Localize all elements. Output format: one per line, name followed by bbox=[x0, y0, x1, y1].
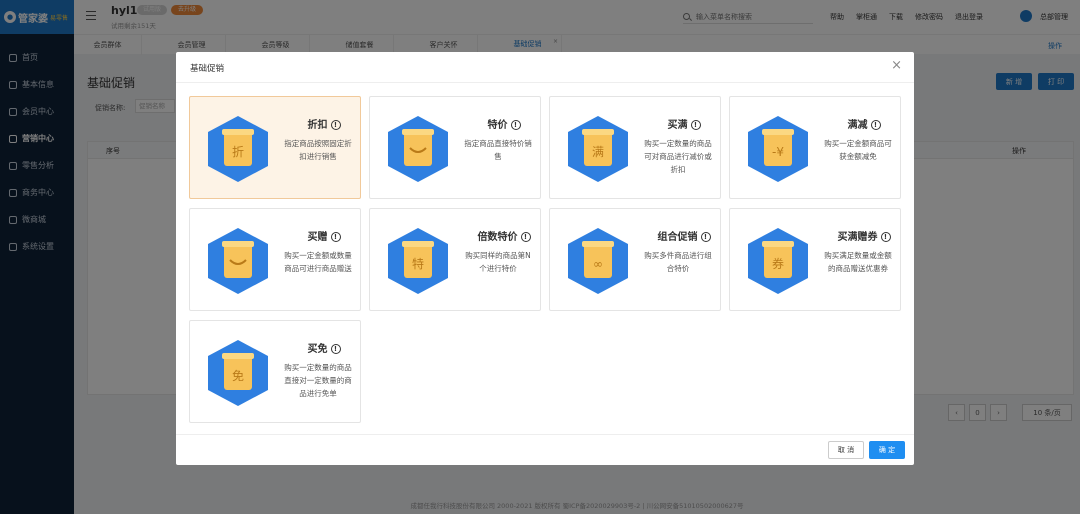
smile-bag-icon bbox=[386, 114, 450, 184]
ticket-bag-icon: 券 bbox=[746, 226, 810, 296]
promo-card-title: 折扣! bbox=[287, 116, 361, 131]
confirm-button[interactable]: 确 定 bbox=[869, 441, 905, 459]
promo-card-title-text: 买免 bbox=[307, 344, 328, 355]
discount-tag-icon: 折 bbox=[206, 114, 270, 184]
promo-card[interactable]: ∞ 组合促销! 购买多件商品进行组合特价 bbox=[549, 208, 721, 311]
promo-card-title-text: 折扣 bbox=[307, 120, 328, 131]
promo-card-title: 组合促销! bbox=[647, 228, 721, 243]
promo-card[interactable]: -¥ 满减! 购买一定金额商品可获金额减免 bbox=[729, 96, 901, 199]
cups-icon: 满 bbox=[566, 114, 630, 184]
promo-card-title: 特价! bbox=[467, 116, 541, 131]
promo-card-title: 买赠! bbox=[287, 228, 361, 243]
svg-text:满: 满 bbox=[592, 145, 604, 159]
info-icon[interactable]: ! bbox=[880, 232, 891, 242]
promo-card-desc: 购买一定数量的商品可对商品进行减价或折扣 bbox=[644, 139, 712, 174]
promo-card[interactable]: 折 折扣! 指定商品按照固定折扣进行销售 bbox=[189, 96, 361, 199]
promo-card[interactable]: 满 买满! 购买一定数量的商品可对商品进行减价或折扣 bbox=[549, 96, 721, 199]
info-icon[interactable]: ! bbox=[510, 120, 521, 130]
coupon-box-icon: -¥ bbox=[746, 114, 810, 184]
promo-card-title-text: 倍数特价 bbox=[477, 232, 518, 243]
promo-card-desc: 指定商品按照固定折扣进行销售 bbox=[284, 139, 352, 161]
promo-card-title-text: 特价 bbox=[487, 120, 508, 131]
cancel-button[interactable]: 取 消 bbox=[828, 441, 864, 459]
promo-card[interactable]: 免 买免! 购买一定数量的商品直接对一定数量的商品进行免单 bbox=[189, 320, 361, 423]
info-icon[interactable]: ! bbox=[330, 232, 341, 242]
promo-card-desc: 购买一定金额或数量商品可进行商品赠送 bbox=[284, 251, 352, 273]
promo-card-desc: 购买多件商品进行组合特价 bbox=[644, 251, 712, 273]
promo-type-dialog: 基础促销 × 折折扣! 指定商品按照固定折扣进行销售 特价! 指定商品直接特价销售满买… bbox=[176, 52, 914, 465]
info-icon[interactable]: ! bbox=[870, 120, 881, 130]
promo-card-title: 买免! bbox=[287, 340, 361, 355]
promo-card-desc: 购买满足数量或金额的商品赠送优惠券 bbox=[824, 251, 892, 273]
promo-card[interactable]: 买赠! 购买一定金额或数量商品可进行商品赠送 bbox=[189, 208, 361, 311]
promo-card-title-text: 买满赠券 bbox=[837, 232, 878, 243]
promo-card-desc: 购买一定金额商品可获金额减免 bbox=[824, 139, 892, 161]
svg-text:∞: ∞ bbox=[593, 257, 603, 271]
gift-bottles-icon bbox=[206, 226, 270, 296]
info-icon[interactable]: ! bbox=[690, 120, 701, 130]
info-icon[interactable]: ! bbox=[330, 344, 341, 354]
svg-text:券: 券 bbox=[772, 256, 784, 271]
info-icon[interactable]: ! bbox=[330, 120, 341, 130]
close-icon[interactable]: × bbox=[891, 59, 902, 73]
promo-card-desc: 购买一定数量的商品直接对一定数量的商品进行免单 bbox=[284, 363, 352, 398]
promo-card[interactable]: 券 买满赠券! 购买满足数量或金额的商品赠送优惠券 bbox=[729, 208, 901, 311]
promo-card[interactable]: 特价! 指定商品直接特价销售 bbox=[369, 96, 541, 199]
promo-card-desc: 购买同样的商品第N个进行特价 bbox=[465, 251, 531, 273]
promo-card-title-text: 组合促销 bbox=[657, 232, 698, 243]
promo-card-title: 满减! bbox=[827, 116, 901, 131]
promo-card[interactable]: 特 倍数特价! 购买同样的商品第N个进行特价 bbox=[369, 208, 541, 311]
dialog-footer bbox=[176, 434, 914, 465]
svg-text:-¥: -¥ bbox=[772, 145, 784, 159]
special-bag-icon: 特 bbox=[386, 226, 450, 296]
svg-text:特: 特 bbox=[412, 256, 424, 271]
promo-card-title-text: 满减 bbox=[847, 120, 868, 131]
info-icon[interactable]: ! bbox=[700, 232, 711, 242]
svg-text:免: 免 bbox=[232, 368, 244, 383]
promo-card-desc: 指定商品直接特价销售 bbox=[464, 139, 532, 161]
promo-card-title: 买满赠券! bbox=[827, 228, 901, 243]
promo-card-title: 买满! bbox=[647, 116, 721, 131]
info-icon[interactable]: ! bbox=[520, 232, 531, 242]
combo-icon: ∞ bbox=[566, 226, 630, 296]
dialog-header: 基础促销 × bbox=[176, 52, 914, 83]
free-bag-icon: 免 bbox=[206, 338, 270, 408]
svg-text:折: 折 bbox=[232, 144, 244, 159]
promo-card-title-text: 买赠 bbox=[307, 232, 328, 243]
promo-card-title-text: 买满 bbox=[667, 120, 688, 131]
promo-card-title: 倍数特价! bbox=[467, 228, 541, 243]
dialog-title: 基础促销 bbox=[190, 64, 225, 74]
